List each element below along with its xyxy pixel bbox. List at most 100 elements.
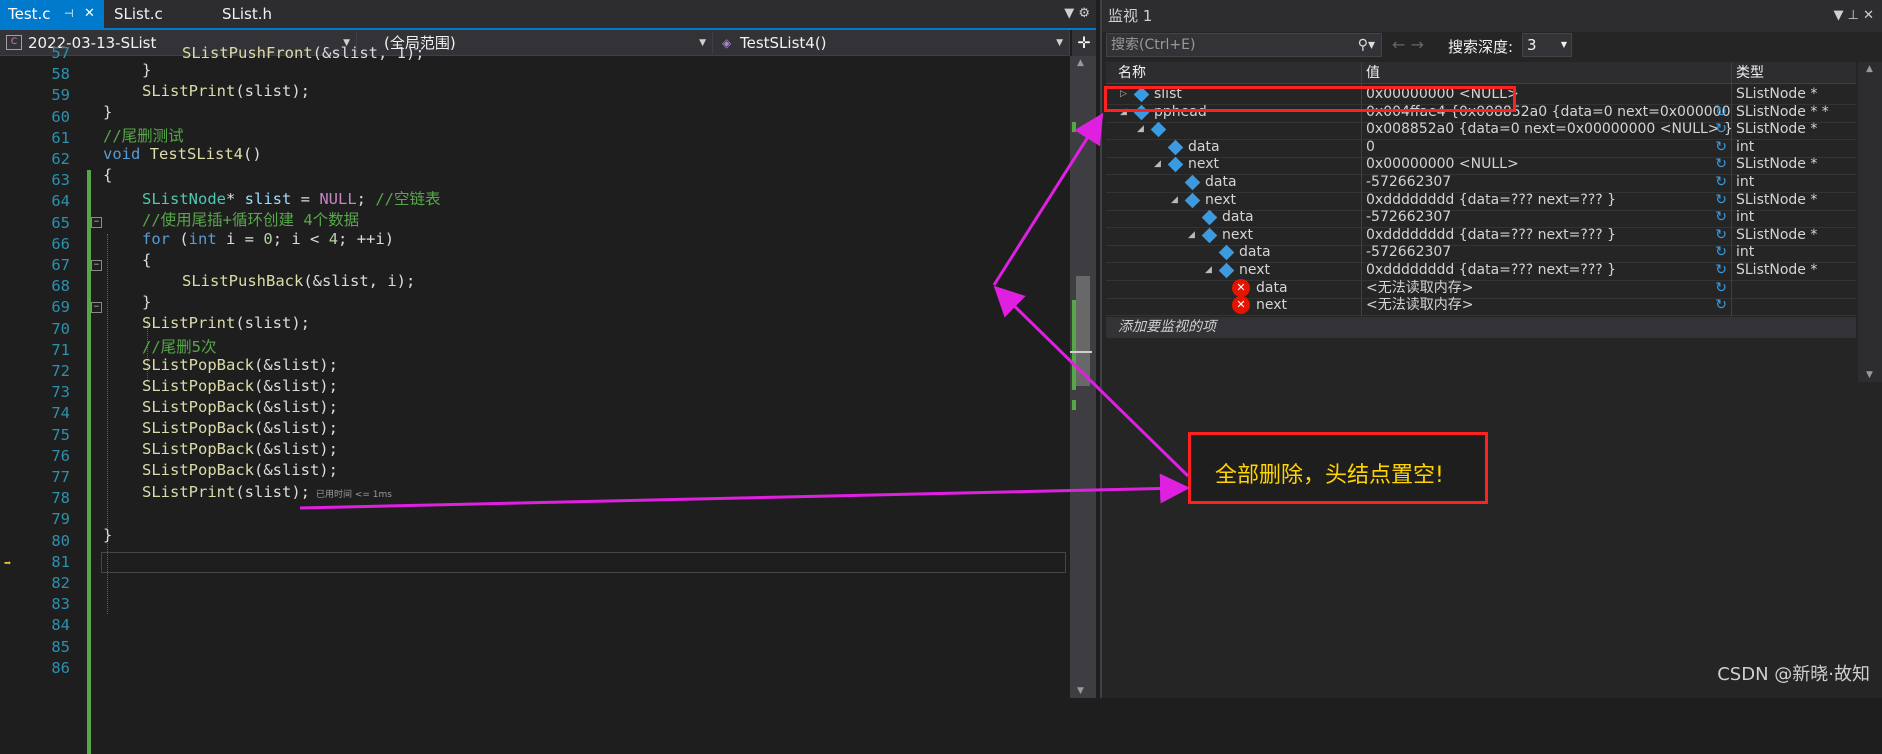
variable-icon [1218,262,1235,279]
search-icon[interactable]: ⚲▾ [1358,34,1375,56]
search-nav-arrows[interactable]: ← → [1392,33,1424,57]
line-number: 68 [51,277,70,296]
fold-toggle[interactable]: − [91,217,102,228]
scroll-down-arrow-icon[interactable]: ▼ [1866,370,1873,380]
scrollbar-thumb[interactable] [1076,276,1090,386]
column-header-name[interactable]: 名称 [1106,62,1362,84]
code-line-65: //使用尾插+循环创建 4个数据 [142,211,360,229]
current-line-highlight [101,552,1066,573]
watch-value: -572662307 [1366,209,1452,226]
code-line-61: //尾删测试 [103,127,184,145]
fold-toggle[interactable]: − [91,260,102,271]
watch-vertical-scrollbar[interactable]: ▲ ▼ [1858,62,1882,382]
highlight-box [1104,86,1516,112]
code-editor[interactable]: Test.c ⊣ ✕ SList.c SList.h ▼ ⚙ C 2022-03… [0,0,1096,754]
watch-value: 0xdddddddd {data=??? next=??? } [1366,226,1617,243]
code-line-60: } [103,103,113,121]
line-number: 60 [51,107,70,126]
watch-title: 监视 1 [1108,7,1153,25]
line-number: 72 [51,362,70,380]
code-area[interactable]: ➡ 57 58 59 60 61 62 63 64 65 66 67 68 69 70 71 72 73 74 75… [0,44,1066,754]
scroll-change-marker [1072,300,1076,390]
variable-icon [1218,245,1235,261]
column-header-type[interactable]: 类型 [1732,62,1856,84]
line-number: 81 [51,552,70,571]
watch-value-cell[interactable]: <无法读取内存> ↻ [1362,295,1732,317]
fold-toggle[interactable]: − [91,302,102,313]
scroll-up-arrow-icon[interactable]: ▲ [1866,64,1873,74]
line-number: 66 [51,234,70,253]
line-number: 82 [51,574,70,592]
watch-value: -572662307 [1366,174,1452,190]
add-watch-item[interactable]: 添加要监视的项 [1106,316,1856,338]
code-line-71: //尾删5次 [142,338,217,356]
line-number: 86 [51,658,70,677]
line-number: 76 [51,446,70,465]
variable-icon [1167,157,1184,173]
variable-icon [1184,192,1201,208]
callout-text: 全部删除，头结点置空! [1215,463,1444,488]
line-number: 65 [51,213,70,232]
scroll-change-marker [1072,122,1076,132]
pin-icon[interactable]: ⊣ [64,0,74,28]
code-line-62: void TestSList4() [103,145,262,163]
column-header-value[interactable]: 值 [1362,62,1732,84]
close-icon[interactable]: ✕ [84,0,95,28]
change-indicator [87,170,91,754]
chevron-down-icon: ▼ [699,38,706,48]
refresh-icon[interactable]: ↻ [1715,295,1727,316]
line-number: 75 [51,425,70,444]
line-number: 71 [51,340,70,359]
scroll-up-arrow-icon[interactable]: ▲ [1077,58,1084,68]
watch-value: <无法读取内存> [1366,279,1474,296]
line-number: 79 [51,510,70,529]
code-line-63: { [103,166,113,184]
watch-type-cell [1732,295,1856,316]
watch-value: -572662307 [1366,244,1452,261]
function-icon: ◈ [722,36,732,50]
line-number: 70 [51,319,70,338]
code-line-80: } [103,526,113,544]
tab-label: Test.c [8,5,51,23]
code-line-74: SListPopBack(&slist); [142,398,338,416]
elapsed-time-hint[interactable]: 已用时间 <= 1ms [316,490,392,500]
chevron-down-icon: ▼ [1056,38,1063,48]
watch-value: 0xdddddddd {data=??? next=??? } [1366,262,1617,278]
split-window-button[interactable]: ✛ [1072,30,1096,56]
tab-dropdown-settings[interactable]: ▼ ⚙ [1064,0,1090,28]
watch-row[interactable]: ✕ next <无法读取内存> ↻ [1106,295,1856,317]
variable-icon [1167,139,1184,156]
code-line-70: SListPrint(slist); [142,314,310,332]
line-number: 78 [51,489,70,508]
line-number: 67 [51,256,70,274]
code-line-64: SListNode* slist = NULL; //空链表 [142,190,441,208]
variable-icon [1201,227,1218,244]
scroll-down-arrow-icon[interactable]: ▼ [1077,686,1084,696]
watch-search-input[interactable]: 搜索(Ctrl+E) ⚲▾ [1106,33,1382,57]
watch-table-header: 名称 值 类型 [1106,62,1856,84]
tab-slist-h[interactable]: SList.h [214,0,324,28]
watch-value: 0x00000000 <NULL> [1366,156,1519,173]
line-number: 69 [51,298,70,317]
search-depth-select[interactable]: 3 ▼ [1522,33,1572,57]
variable-icon [1184,174,1201,191]
variable-icon [1150,121,1167,138]
watch-value: 0x008852a0 {data=0 next=0x00000000 <NULL… [1366,121,1732,138]
window-controls[interactable]: ▼ ⊥ ✕ [1834,0,1874,32]
line-number: 85 [51,637,70,656]
annotation-callout: 全部删除，头结点置空! [1188,432,1488,504]
tab-test-c[interactable]: Test.c ⊣ ✕ [0,0,104,28]
tab-slist-c[interactable]: SList.c [106,0,216,28]
document-tab-bar: Test.c ⊣ ✕ SList.c SList.h ▼ ⚙ [0,0,1096,30]
variable-icon [1201,209,1218,226]
watch-value: 0xdddddddd {data=??? next=??? } [1366,191,1617,208]
line-number: 62 [51,150,70,168]
line-number: 63 [51,171,70,190]
next-statement-arrow-icon: ➡ [4,556,12,570]
scroll-change-marker [1072,400,1076,410]
function-dropdown[interactable]: ◈ TestSList4() ▼ [716,32,1070,54]
code-line-77: SListPopBack(&slist); [142,461,338,479]
search-depth-value: 3 [1527,36,1537,54]
tab-label: SList.h [222,5,273,23]
error-icon: ✕ [1232,278,1250,297]
